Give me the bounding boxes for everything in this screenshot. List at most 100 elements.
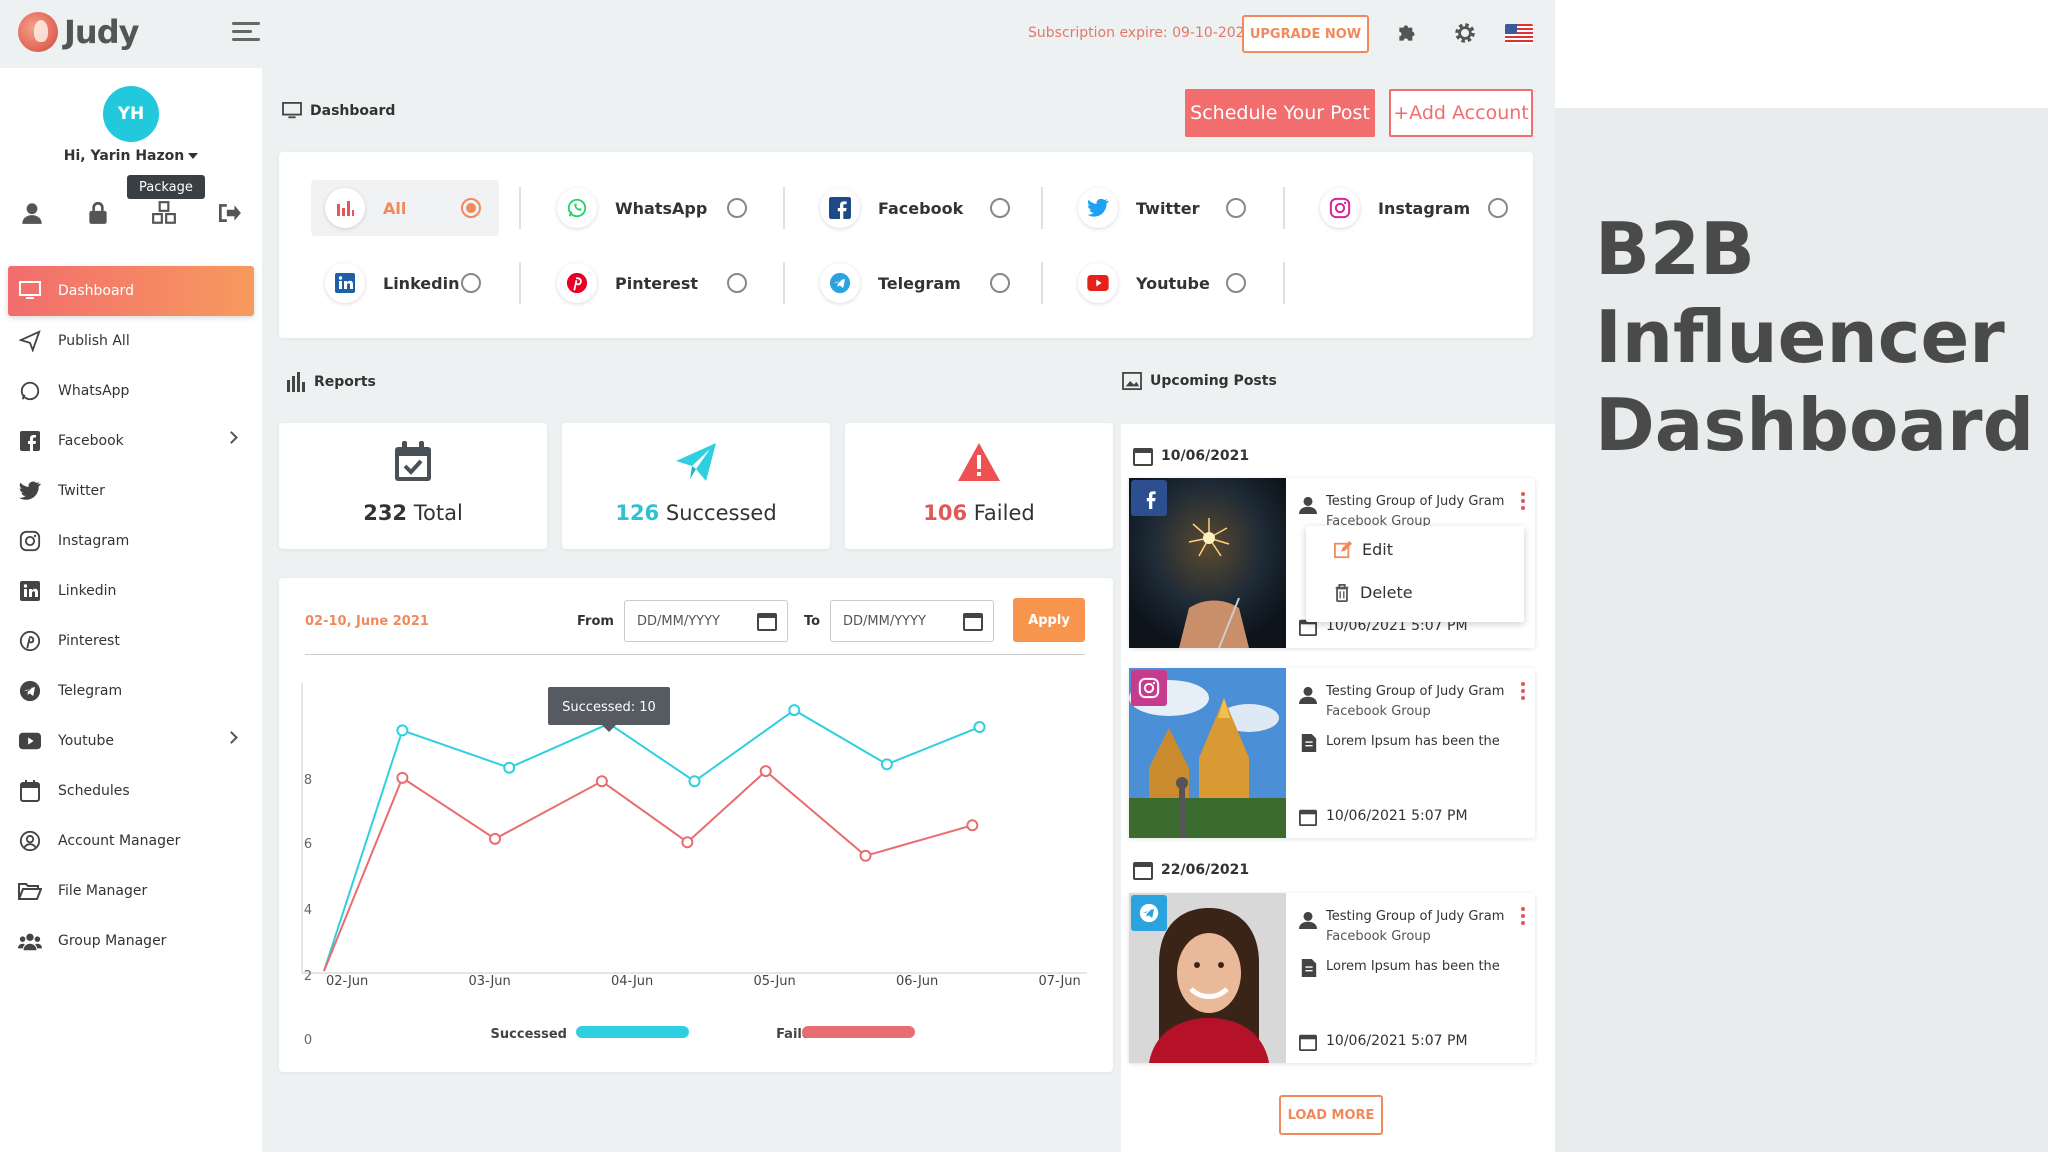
platform-telegram[interactable]: Telegram: [820, 255, 1020, 311]
edit-icon: [1334, 540, 1352, 558]
more-options-icon[interactable]: [1521, 682, 1527, 706]
sidebar-item-telegram[interactable]: Telegram: [0, 666, 262, 716]
platform-radio[interactable]: [990, 198, 1010, 218]
youtube-icon: [18, 729, 42, 753]
users-icon: [18, 929, 42, 953]
trash-icon: [1335, 583, 1349, 602]
platform-linkedin[interactable]: Linkedin: [325, 255, 505, 311]
stat-total-label: Total: [413, 501, 463, 525]
profile-icon[interactable]: [19, 200, 45, 226]
puzzle-icon[interactable]: [1395, 20, 1421, 46]
us-flag-icon[interactable]: [1505, 24, 1533, 44]
logo[interactable]: Judy: [18, 12, 139, 52]
sidebar-item-file-manager[interactable]: File Manager: [0, 866, 262, 916]
twitter-icon: [1078, 188, 1118, 228]
twitter-icon: [18, 479, 42, 503]
user-greeting[interactable]: Hi, Yarin Hazon: [0, 148, 262, 164]
reports-heading: Reports: [286, 372, 376, 392]
y-tick-label: 4: [304, 903, 312, 918]
load-more-button[interactable]: LOAD MORE: [1279, 1095, 1383, 1135]
platform-label: Youtube: [1136, 273, 1210, 293]
platform-facebook[interactable]: Facebook: [820, 180, 1020, 236]
image-icon: [1122, 372, 1142, 390]
post-group-name: Testing Group of Judy Gram: [1326, 494, 1505, 509]
linkedin-icon: [18, 579, 42, 603]
platform-instagram[interactable]: Instagram: [1320, 180, 1520, 236]
platform-radio[interactable]: [1226, 273, 1246, 293]
platform-pinterest[interactable]: Pinterest: [557, 255, 757, 311]
gear-icon[interactable]: [1452, 20, 1478, 46]
platform-radio[interactable]: [1226, 198, 1246, 218]
menu-toggle-icon[interactable]: [232, 22, 260, 42]
edit-menu-item[interactable]: Edit: [1334, 540, 1393, 559]
post-image: [1129, 893, 1286, 1063]
platform-all[interactable]: All: [311, 180, 499, 236]
chevron-right-icon[interactable]: [225, 731, 238, 744]
post-image: [1129, 668, 1286, 838]
sidebar-item-youtube[interactable]: Youtube: [0, 716, 262, 766]
sidebar-item-schedules[interactable]: Schedules: [0, 766, 262, 816]
lock-icon[interactable]: [85, 200, 111, 226]
calendar-icon: [1299, 1034, 1317, 1051]
instagram-icon: [1320, 188, 1360, 228]
platform-twitter[interactable]: Twitter: [1078, 180, 1278, 236]
calendar-icon: [1133, 862, 1153, 880]
divider: [519, 262, 521, 304]
divider: [1041, 187, 1043, 229]
platform-youtube[interactable]: Youtube: [1078, 255, 1278, 311]
user-icon: [1299, 686, 1317, 704]
y-tick-label: 2: [304, 969, 312, 984]
post-card[interactable]: Testing Group of Judy Gram Facebook Group…: [1129, 668, 1535, 838]
telegram-icon: [1131, 895, 1167, 931]
platform-radio[interactable]: [461, 198, 481, 218]
sidebar-item-whatsapp[interactable]: WhatsApp: [0, 366, 262, 416]
sidebar-item-instagram[interactable]: Instagram: [0, 516, 262, 566]
logout-icon[interactable]: [216, 200, 242, 226]
sidebar-item-twitter[interactable]: Twitter: [0, 466, 262, 516]
sidebar-item-dashboard[interactable]: Dashboard: [8, 266, 254, 316]
stat-successed-text: 126 Successed: [562, 501, 830, 525]
data-point-failed: [966, 819, 979, 832]
platform-label: Twitter: [1136, 198, 1200, 218]
sidebar-item-pinterest[interactable]: Pinterest: [0, 616, 262, 666]
sidebar-item-account-manager[interactable]: Account Manager: [0, 816, 262, 866]
more-options-icon[interactable]: [1521, 907, 1527, 931]
sidebar-item-linkedin[interactable]: Linkedin: [0, 566, 262, 616]
avatar[interactable]: YH: [103, 86, 159, 142]
post-group-name: Testing Group of Judy Gram: [1326, 684, 1505, 699]
platform-label: WhatsApp: [615, 198, 708, 218]
platform-radio[interactable]: [727, 273, 747, 293]
delete-menu-item[interactable]: Delete: [1334, 583, 1413, 602]
subscription-text: Subscription expire: 09-10-2020: [1028, 25, 1254, 41]
telegram-icon: [820, 263, 860, 303]
schedule-post-button[interactable]: Schedule Your Post: [1185, 89, 1375, 137]
sidebar-item-facebook[interactable]: Facebook: [0, 416, 262, 466]
platform-radio[interactable]: [727, 198, 747, 218]
sidebar: YH Hi, Yarin Hazon Package Dashboard Pub…: [0, 68, 262, 1152]
sidebar-item-label: Publish All: [58, 333, 130, 349]
package-icon[interactable]: [151, 200, 177, 226]
x-tick-label: 02-Jun: [326, 974, 368, 989]
x-tick-label: 05-Jun: [754, 974, 796, 989]
sidebar-item-publish-all[interactable]: Publish All: [0, 316, 262, 366]
post-group-type: Facebook Group: [1326, 704, 1431, 719]
sidebar-item-group-manager[interactable]: Group Manager: [0, 916, 262, 966]
more-options-icon[interactable]: [1521, 492, 1527, 516]
add-account-button[interactable]: +Add Account: [1389, 89, 1533, 137]
post-time: 10/06/2021 5:07 PM: [1326, 1033, 1468, 1049]
post-card[interactable]: Testing Group of Judy Gram Facebook Group…: [1129, 893, 1535, 1063]
caret-down-icon: [188, 153, 199, 159]
platform-radio[interactable]: [461, 273, 481, 293]
bar-chart-icon: [325, 188, 365, 228]
calendar-icon: [1133, 448, 1153, 466]
platform-radio[interactable]: [1488, 198, 1508, 218]
upgrade-button[interactable]: UPGRADE NOW: [1242, 15, 1369, 53]
whatsapp-icon: [18, 379, 42, 403]
document-icon: [1301, 734, 1317, 752]
chevron-right-icon[interactable]: [225, 431, 238, 444]
platform-radio[interactable]: [990, 273, 1010, 293]
platform-whatsapp[interactable]: WhatsApp: [557, 180, 757, 236]
platform-label: Telegram: [878, 273, 961, 293]
calendar-check-icon: [279, 441, 547, 485]
data-point-failed: [759, 765, 772, 778]
